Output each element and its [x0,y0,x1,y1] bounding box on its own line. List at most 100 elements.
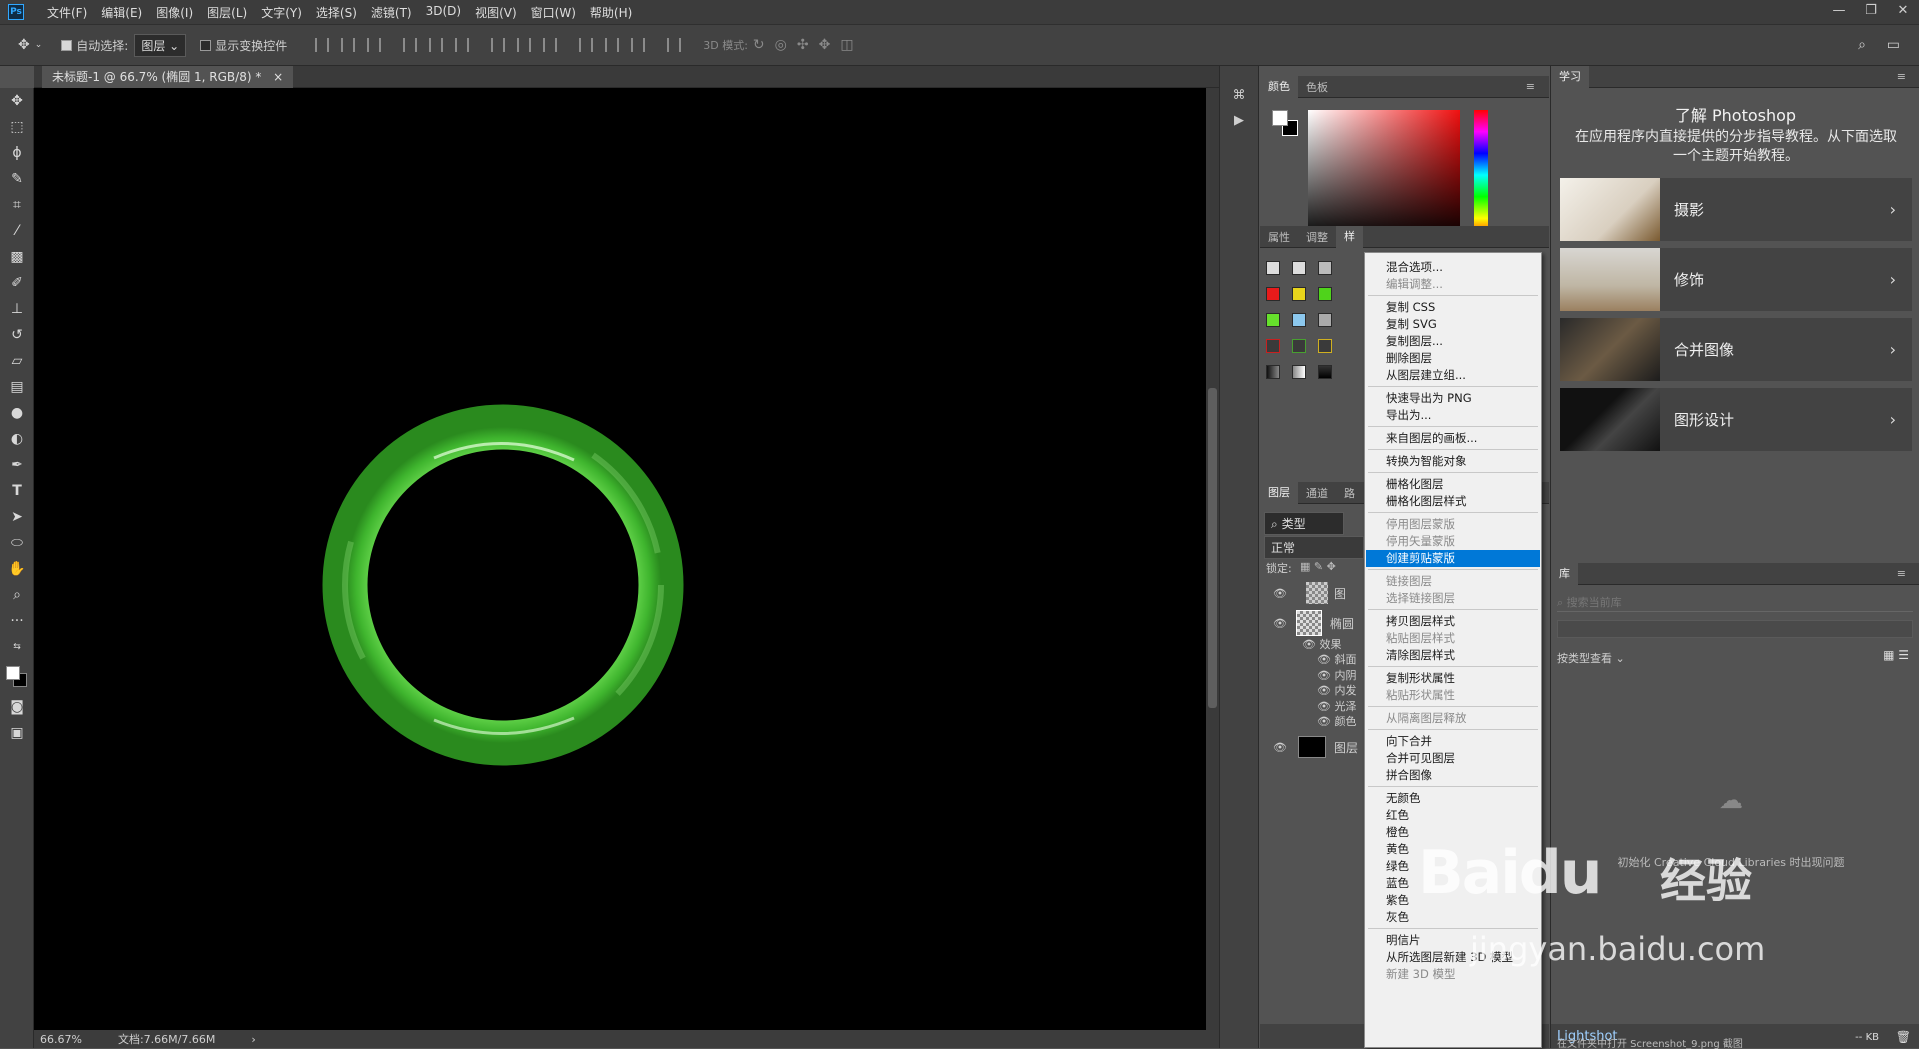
visibility-eye-icon[interactable]: 👁 [1317,715,1331,728]
eyedropper-tool-icon[interactable]: ⁄ [0,218,34,244]
menu-item[interactable]: 窗口(W) [524,4,583,21]
style-swatch[interactable] [1292,339,1306,353]
align-left-icon[interactable] [403,38,418,52]
style-swatch[interactable] [1318,313,1332,327]
type-tool-icon[interactable]: T [0,478,34,504]
style-swatch[interactable] [1318,261,1332,275]
ellipse-tool-icon[interactable]: ⬭ [0,530,34,556]
panel-menu-icon[interactable]: ≡ [1889,567,1914,580]
align-vcenter-icon[interactable] [341,38,356,52]
style-swatch[interactable] [1318,365,1332,379]
align-top-icon[interactable] [315,38,330,52]
distribute-bottom-icon[interactable] [543,38,558,52]
hand-tool-icon[interactable]: ✋ [0,556,34,582]
effect-item[interactable]: 👁 光泽 [1317,699,1356,715]
blend-mode-dropdown[interactable]: 正常 [1264,536,1364,559]
menu-item[interactable]: 滤镜(T) [364,4,419,21]
library-search-input[interactable]: ⌕ 搜索当前库 [1557,594,1913,612]
distribute-hcenter-icon[interactable] [605,38,620,52]
context-menu-item[interactable]: 栅格化图层 [1366,476,1540,493]
color-field[interactable] [1308,110,1460,240]
auto-align-icon[interactable] [667,38,682,52]
lasso-tool-icon[interactable]: ϕ [0,140,34,166]
align-bottom-icon[interactable] [367,38,382,52]
hue-slider[interactable] [1474,110,1488,240]
visibility-eye-icon[interactable]: 👁 [1317,684,1331,697]
quick-select-tool-icon[interactable]: ✎ [0,166,34,192]
color-swatch-pair[interactable] [1272,110,1300,138]
tab-swatches[interactable]: 色板 [1298,79,1336,95]
3d-pan-icon[interactable]: ✣ [797,37,809,53]
screen-mode-icon[interactable]: ▣ [0,720,34,746]
context-menu-item[interactable]: 从图层建立组... [1366,367,1540,384]
more-tools-icon[interactable]: ··· [0,608,34,634]
style-swatch[interactable] [1266,313,1280,327]
style-swatch[interactable] [1266,261,1280,275]
context-menu-item[interactable]: 删除图层 [1366,350,1540,367]
quick-mask-icon[interactable]: ◙ [0,694,34,720]
context-menu-item[interactable]: 复制 SVG [1366,316,1540,333]
visibility-eye-icon[interactable]: 👁 [1302,638,1316,651]
show-transform-checkbox[interactable] [200,38,215,52]
menu-item[interactable]: 文字(Y) [254,4,309,21]
context-menu-item[interactable]: 复制 CSS [1366,299,1540,316]
style-swatch[interactable] [1318,287,1332,301]
context-menu-item[interactable]: 复制形状属性 [1366,670,1540,687]
distribute-top-icon[interactable] [491,38,506,52]
style-swatch[interactable] [1292,287,1306,301]
align-hcenter-icon[interactable] [429,38,444,52]
menu-item[interactable]: 编辑(E) [94,4,149,21]
context-menu-item[interactable]: 清除图层样式 [1366,647,1540,664]
tab-layers[interactable]: 图层 [1260,481,1298,504]
context-menu-item[interactable]: 红色 [1366,807,1540,824]
chevron-down-icon[interactable]: ⌄ [35,40,43,50]
context-menu-item[interactable]: 来自图层的画板... [1366,430,1540,447]
context-menu-item[interactable]: 导出为... [1366,407,1540,424]
marquee-tool-icon[interactable]: ⬚ [0,114,34,140]
play-action-icon[interactable]: ▶ [1220,113,1258,128]
canvas[interactable] [34,88,1206,1030]
view-by-type-dropdown[interactable]: 按类型查看 ⌄ [1557,650,1625,666]
style-swatch[interactable] [1266,339,1280,353]
visibility-eye-icon[interactable]: 👁 [1317,700,1331,713]
visibility-eye-icon[interactable]: 👁 [1270,741,1290,754]
auto-select-dropdown[interactable]: 图层 ⌄ [134,33,187,57]
menu-item[interactable]: 文件(F) [40,4,94,21]
context-menu-item[interactable]: 混合选项... [1366,259,1540,276]
learn-card-graphic-design[interactable]: 图形设计 › [1560,388,1912,451]
history-icon[interactable]: ⌘ [1220,88,1258,103]
effect-item[interactable]: 👁 斜面 [1317,652,1356,668]
visibility-eye-icon[interactable]: 👁 [1317,669,1331,682]
align-right-icon[interactable] [455,38,470,52]
path-select-tool-icon[interactable]: ➤ [0,504,34,530]
foreground-background-swatch[interactable] [0,660,34,694]
distribute-left-icon[interactable] [579,38,594,52]
distribute-vcenter-icon[interactable] [517,38,532,52]
3d-slide-icon[interactable]: ✥ [819,37,831,53]
style-swatch[interactable] [1292,365,1306,379]
effect-item[interactable]: 👁 内阴 [1317,668,1356,684]
context-menu-item[interactable]: 创建剪贴蒙版 [1366,550,1540,567]
menu-item[interactable]: 视图(V) [468,4,524,21]
context-menu-item[interactable]: 灰色 [1366,909,1540,926]
learn-card-combine[interactable]: 合并图像 › [1560,318,1912,381]
distribute-right-icon[interactable] [631,38,646,52]
pen-tool-icon[interactable]: ✒ [0,452,34,478]
search-icon[interactable]: ⌕ [1858,37,1866,53]
close-button[interactable]: ✕ [1887,0,1919,24]
move-tool-icon[interactable]: ✥ [18,37,30,53]
visibility-eye-icon[interactable]: 👁 [1317,653,1331,666]
style-swatch[interactable] [1266,287,1280,301]
3d-roll-icon[interactable]: ◎ [775,37,787,53]
tab-styles[interactable]: 样 [1336,225,1363,248]
history-brush-tool-icon[interactable]: ↺ [0,322,34,348]
restore-button[interactable]: ❐ [1855,0,1887,24]
visibility-eye-icon[interactable]: 👁 [1270,587,1290,600]
brush-tool-icon[interactable]: ✐ [0,270,34,296]
learn-card-photography[interactable]: 摄影 › [1560,178,1912,241]
menu-item[interactable]: 选择(S) [309,4,364,21]
zoom-tool-icon[interactable]: ⌕ [0,582,34,608]
close-tab-icon[interactable]: × [273,70,283,84]
vertical-scrollbar[interactable] [1206,88,1219,1030]
gradient-tool-icon[interactable]: ▤ [0,374,34,400]
